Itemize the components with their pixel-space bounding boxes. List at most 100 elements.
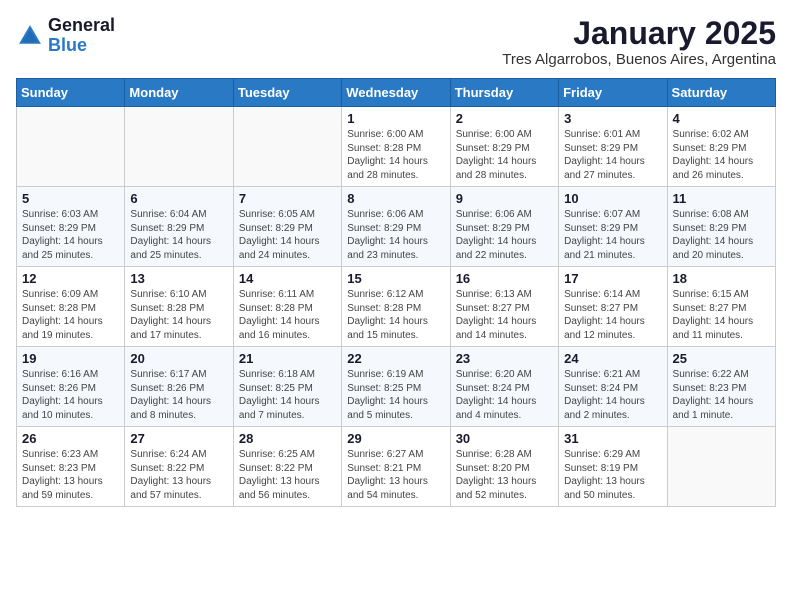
weekday-header-sunday: Sunday [17,79,125,107]
calendar-cell: 19 Sunrise: 6:16 AM Sunset: 8:26 PM Dayli… [17,347,125,427]
calendar-week-row: 5 Sunrise: 6:03 AM Sunset: 8:29 PM Daylig… [17,187,776,267]
day-number: 22 [347,351,444,366]
day-number: 10 [564,191,661,206]
day-number: 27 [130,431,227,446]
day-info: Sunrise: 6:15 AM Sunset: 8:27 PM Dayligh… [673,288,770,342]
weekday-header-wednesday: Wednesday [342,79,450,107]
day-info: Sunrise: 6:29 AM Sunset: 8:19 PM Dayligh… [564,448,661,502]
day-info: Sunrise: 6:07 AM Sunset: 8:29 PM Dayligh… [564,208,661,262]
day-number: 25 [673,351,770,366]
calendar-cell: 7Sunrise: 6:05 AM Sunset: 8:29 PM Daylig… [233,187,341,267]
calendar-cell: 27 Sunrise: 6:24 AM Sunset: 8:22 PM Dayli… [125,427,233,507]
weekday-header-friday: Friday [559,79,667,107]
weekday-header-thursday: Thursday [450,79,558,107]
calendar-cell [125,107,233,187]
day-number: 19 [22,351,119,366]
day-number: 5 [22,191,119,206]
calendar-cell: 28Sunrise: 6:25 AM Sunset: 8:22 PM Dayli… [233,427,341,507]
day-number: 13 [130,271,227,286]
weekday-header-monday: Monday [125,79,233,107]
calendar-cell: 15Sunrise: 6:12 AM Sunset: 8:28 PM Dayli… [342,267,450,347]
calendar-cell: 13 Sunrise: 6:10 AM Sunset: 8:28 PM Dayli… [125,267,233,347]
day-number: 15 [347,271,444,286]
location-title: Tres Algarrobos, Buenos Aires, Argentina [502,51,776,68]
day-info: Sunrise: 6:05 AM Sunset: 8:29 PM Dayligh… [239,208,336,262]
day-info: Sunrise: 6:03 AM Sunset: 8:29 PM Dayligh… [22,208,119,262]
day-number: 3 [564,111,661,126]
day-number: 1 [347,111,444,126]
calendar-cell: 14 Sunrise: 6:11 AM Sunset: 8:28 PM Dayli… [233,267,341,347]
day-info: Sunrise: 6:09 AM Sunset: 8:28 PM Dayligh… [22,288,119,342]
calendar-week-row: 12 Sunrise: 6:09 AM Sunset: 8:28 PM Dayli… [17,267,776,347]
calendar-cell: 6 Sunrise: 6:04 AM Sunset: 8:29 PM Daylig… [125,187,233,267]
calendar-cell: 21Sunrise: 6:18 AM Sunset: 8:25 PM Dayli… [233,347,341,427]
day-info: Sunrise: 6:19 AM Sunset: 8:25 PM Dayligh… [347,368,444,422]
calendar-cell: 26 Sunrise: 6:23 AM Sunset: 8:23 PM Dayli… [17,427,125,507]
day-number: 14 [239,271,336,286]
day-number: 26 [22,431,119,446]
calendar-header-row: SundayMondayTuesdayWednesdayThursdayFrid… [17,79,776,107]
calendar-cell: 16Sunrise: 6:13 AM Sunset: 8:27 PM Dayli… [450,267,558,347]
day-number: 6 [130,191,227,206]
day-info: Sunrise: 6:23 AM Sunset: 8:23 PM Dayligh… [22,448,119,502]
day-info: Sunrise: 6:14 AM Sunset: 8:27 PM Dayligh… [564,288,661,342]
weekday-header-tuesday: Tuesday [233,79,341,107]
calendar-cell: 3 Sunrise: 6:01 AM Sunset: 8:29 PM Daylig… [559,107,667,187]
day-info: Sunrise: 6:20 AM Sunset: 8:24 PM Dayligh… [456,368,553,422]
calendar-cell: 12 Sunrise: 6:09 AM Sunset: 8:28 PM Dayli… [17,267,125,347]
day-info: Sunrise: 6:16 AM Sunset: 8:26 PM Dayligh… [22,368,119,422]
day-number: 31 [564,431,661,446]
title-block: January 2025 Tres Algarrobos, Buenos Air… [502,16,776,68]
day-number: 16 [456,271,553,286]
calendar-cell: 9Sunrise: 6:06 AM Sunset: 8:29 PM Daylig… [450,187,558,267]
day-number: 17 [564,271,661,286]
day-number: 28 [239,431,336,446]
day-info: Sunrise: 6:11 AM Sunset: 8:28 PM Dayligh… [239,288,336,342]
day-info: Sunrise: 6:02 AM Sunset: 8:29 PM Dayligh… [673,128,770,182]
day-number: 4 [673,111,770,126]
calendar-table: SundayMondayTuesdayWednesdayThursdayFrid… [16,78,776,507]
day-info: Sunrise: 6:17 AM Sunset: 8:26 PM Dayligh… [130,368,227,422]
calendar-cell [233,107,341,187]
day-number: 24 [564,351,661,366]
day-number: 12 [22,271,119,286]
day-info: Sunrise: 6:10 AM Sunset: 8:28 PM Dayligh… [130,288,227,342]
calendar-week-row: 26 Sunrise: 6:23 AM Sunset: 8:23 PM Dayli… [17,427,776,507]
day-number: 20 [130,351,227,366]
day-number: 8 [347,191,444,206]
day-info: Sunrise: 6:06 AM Sunset: 8:29 PM Dayligh… [347,208,444,262]
day-number: 30 [456,431,553,446]
day-number: 21 [239,351,336,366]
day-number: 18 [673,271,770,286]
day-number: 11 [673,191,770,206]
day-info: Sunrise: 6:27 AM Sunset: 8:21 PM Dayligh… [347,448,444,502]
day-info: Sunrise: 6:01 AM Sunset: 8:29 PM Dayligh… [564,128,661,182]
logo-general-text: General [48,16,115,36]
calendar-cell: 10 Sunrise: 6:07 AM Sunset: 8:29 PM Dayli… [559,187,667,267]
calendar-cell: 5 Sunrise: 6:03 AM Sunset: 8:29 PM Daylig… [17,187,125,267]
logo-icon [16,22,44,50]
day-info: Sunrise: 6:22 AM Sunset: 8:23 PM Dayligh… [673,368,770,422]
calendar-cell: 20 Sunrise: 6:17 AM Sunset: 8:26 PM Dayli… [125,347,233,427]
day-info: Sunrise: 6:00 AM Sunset: 8:28 PM Dayligh… [347,128,444,182]
calendar-cell: 4 Sunrise: 6:02 AM Sunset: 8:29 PM Daylig… [667,107,775,187]
page-header: General Blue January 2025 Tres Algarrobo… [16,16,776,68]
month-title: January 2025 [502,16,776,51]
day-info: Sunrise: 6:04 AM Sunset: 8:29 PM Dayligh… [130,208,227,262]
calendar-cell: 31 Sunrise: 6:29 AM Sunset: 8:19 PM Dayli… [559,427,667,507]
calendar-cell: 24 Sunrise: 6:21 AM Sunset: 8:24 PM Dayli… [559,347,667,427]
day-number: 2 [456,111,553,126]
calendar-cell: 2Sunrise: 6:00 AM Sunset: 8:29 PM Daylig… [450,107,558,187]
day-info: Sunrise: 6:24 AM Sunset: 8:22 PM Dayligh… [130,448,227,502]
logo-blue-text: Blue [48,36,115,56]
calendar-cell [17,107,125,187]
day-info: Sunrise: 6:28 AM Sunset: 8:20 PM Dayligh… [456,448,553,502]
calendar-cell: 30 Sunrise: 6:28 AM Sunset: 8:20 PM Dayli… [450,427,558,507]
calendar-cell: 29Sunrise: 6:27 AM Sunset: 8:21 PM Dayli… [342,427,450,507]
day-info: Sunrise: 6:21 AM Sunset: 8:24 PM Dayligh… [564,368,661,422]
weekday-header-saturday: Saturday [667,79,775,107]
calendar-cell [667,427,775,507]
calendar-week-row: 1 Sunrise: 6:00 AM Sunset: 8:28 PM Daylig… [17,107,776,187]
calendar-cell: 17 Sunrise: 6:14 AM Sunset: 8:27 PM Dayli… [559,267,667,347]
calendar-cell: 23Sunrise: 6:20 AM Sunset: 8:24 PM Dayli… [450,347,558,427]
